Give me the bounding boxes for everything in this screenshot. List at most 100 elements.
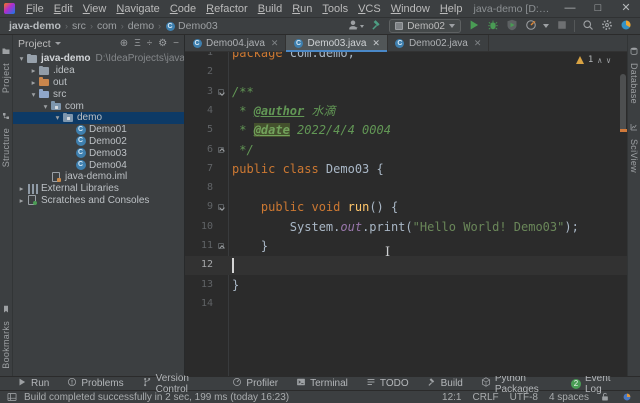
tree-row-com[interactable]: ▾com	[13, 100, 184, 112]
stripe-button-database[interactable]: Database	[629, 35, 639, 111]
tree-row-java-demo-iml[interactable]: java-demo.iml	[13, 171, 184, 183]
menu-refactor[interactable]: Refactor	[201, 2, 253, 16]
fold-marker-icon[interactable]	[218, 204, 224, 210]
dropdown-chevron-icon[interactable]	[543, 24, 549, 28]
breadcrumb-item-com[interactable]: com	[97, 20, 117, 32]
unlock-icon[interactable]	[600, 392, 611, 403]
line-separator[interactable]: CRLF	[473, 392, 499, 403]
code-line-12[interactable]: 12	[185, 256, 627, 275]
close-icon[interactable]: ✕	[474, 38, 482, 49]
settings-gear-button[interactable]	[600, 18, 613, 34]
menu-navigate[interactable]: Navigate	[111, 2, 164, 16]
breadcrumb-item-demo03[interactable]: CDemo03	[165, 20, 218, 32]
stripe-button-sciview[interactable]: SciView	[629, 111, 639, 180]
ide-config-icon[interactable]	[622, 392, 633, 403]
tree-row-scratches-and-consoles[interactable]: ▸Scratches and Consoles	[13, 195, 184, 207]
project-panel-title[interactable]: Project	[18, 38, 51, 50]
menu-vcs[interactable]: VCS	[353, 2, 386, 16]
arrow-expanded-icon[interactable]: ▾	[52, 113, 63, 122]
tree-row--idea[interactable]: ▸.idea	[13, 65, 184, 77]
options-gear-icon[interactable]: ⚙	[158, 39, 167, 49]
stripe-button-bookmarks[interactable]: Bookmarks	[1, 293, 11, 376]
menu-window[interactable]: Window	[386, 2, 435, 16]
arrow-collapsed-icon[interactable]: ▸	[28, 66, 39, 75]
locate-icon[interactable]: ⊕	[120, 39, 128, 49]
tree-row-demo01[interactable]: CDemo01	[13, 124, 184, 136]
indent[interactable]: 4 spaces	[549, 392, 589, 403]
stop-button[interactable]	[555, 18, 568, 34]
menu-code[interactable]: Code	[165, 2, 201, 16]
code-line-9[interactable]: 9 public void run() {	[185, 198, 627, 217]
user-button[interactable]	[346, 18, 364, 34]
menu-help[interactable]: Help	[435, 2, 468, 16]
next-warning-icon[interactable]: ∨	[606, 56, 611, 65]
toolwindow-button-run[interactable]: Run	[8, 377, 58, 390]
menu-run[interactable]: Run	[287, 2, 317, 16]
tab-demo04-java[interactable]: CDemo04.java✕	[185, 35, 286, 51]
arrow-collapsed-icon[interactable]: ▸	[16, 184, 27, 193]
toolwindow-button-terminal[interactable]: Terminal	[287, 377, 357, 390]
code-line-10[interactable]: 10 System.out.print("Hello World! Demo03…	[185, 218, 627, 237]
arrow-expanded-icon[interactable]: ▾	[40, 102, 51, 111]
toolwindow-button-build[interactable]: Build	[418, 377, 472, 390]
menu-view[interactable]: View	[78, 2, 112, 16]
profiler-button[interactable]	[524, 18, 537, 34]
tree-row-external-libraries[interactable]: ▸External Libraries	[13, 183, 184, 195]
stripe-button-structure[interactable]: Structure	[1, 100, 11, 174]
chevron-down-icon[interactable]	[55, 42, 61, 45]
code-line-4[interactable]: 4 * @author 水滴	[185, 102, 627, 121]
code-line-13[interactable]: 13}	[185, 276, 627, 295]
hide-icon[interactable]: −	[173, 39, 179, 49]
toolwindow-button-problems[interactable]: Problems	[58, 377, 132, 390]
code-line-1[interactable]: 1package com.demo;	[185, 52, 627, 63]
collapse-all-icon[interactable]: Ξ	[134, 39, 141, 49]
toolwindow-button-todo[interactable]: TODO	[357, 377, 418, 390]
arrow-collapsed-icon[interactable]: ▸	[28, 78, 39, 87]
debug-button[interactable]	[486, 18, 499, 34]
breadcrumb-item-demo[interactable]: demo	[128, 20, 154, 32]
menu-edit[interactable]: Edit	[49, 2, 78, 16]
run-configuration-combo[interactable]: Demo02	[389, 19, 461, 33]
coverage-button[interactable]	[505, 18, 518, 34]
arrow-expanded-icon[interactable]: ▾	[16, 54, 27, 63]
run-button[interactable]	[467, 18, 480, 34]
close-icon[interactable]: ✕	[372, 38, 380, 49]
expand-all-icon[interactable]: ÷	[147, 39, 153, 49]
breadcrumb-item-java-demo[interactable]: java-demo	[9, 20, 61, 32]
tree-row-java-demo[interactable]: ▾java-demoD:\IdeaProjects\java-demo	[13, 53, 184, 65]
close-button[interactable]: ✕	[612, 0, 640, 17]
tab-demo03-java[interactable]: CDemo03.java✕	[286, 35, 387, 51]
stripe-button-project[interactable]: Project	[1, 35, 11, 100]
tree-row-demo02[interactable]: CDemo02	[13, 136, 184, 148]
encoding[interactable]: UTF-8	[510, 392, 538, 403]
code-line-2[interactable]: 2	[185, 63, 627, 82]
toolwindow-button-python-packages[interactable]: Python Packages	[472, 377, 571, 390]
menu-tools[interactable]: Tools	[317, 2, 353, 16]
code-editor[interactable]: 1package com.demo;23/**4 * @author 水滴5 *…	[185, 52, 627, 376]
arrow-expanded-icon[interactable]: ▾	[28, 90, 39, 99]
minimize-button[interactable]: —	[556, 0, 584, 17]
caret-position[interactable]: 12:1	[442, 392, 461, 403]
tree-row-demo03[interactable]: CDemo03	[13, 147, 184, 159]
close-icon[interactable]: ✕	[271, 38, 279, 49]
tree-row-demo[interactable]: ▾demo	[13, 112, 184, 124]
tab-demo02-java[interactable]: CDemo02.java✕	[388, 35, 489, 51]
toolwindow-button-profiler[interactable]: Profiler	[223, 377, 287, 390]
toolwindows-icon[interactable]	[7, 392, 18, 403]
fold-marker-icon[interactable]	[218, 243, 224, 249]
fold-marker-icon[interactable]	[218, 147, 224, 153]
fold-marker-icon[interactable]	[218, 89, 224, 95]
arrow-collapsed-icon[interactable]: ▸	[16, 196, 27, 205]
prev-warning-icon[interactable]: ∧	[597, 56, 602, 65]
code-line-3[interactable]: 3/**	[185, 83, 627, 102]
menu-build[interactable]: Build	[253, 2, 287, 16]
tree-row-src[interactable]: ▾src	[13, 88, 184, 100]
code-line-7[interactable]: 7public class Demo03 {	[185, 160, 627, 179]
toolwindow-button-version-control[interactable]: Version Control	[133, 377, 224, 390]
breadcrumb-item-src[interactable]: src	[72, 20, 86, 32]
profile-avatar-button[interactable]	[619, 18, 632, 34]
code-line-5[interactable]: 5 * @date 2022/4/4 0004	[185, 121, 627, 140]
editor-scrollbar[interactable]	[620, 74, 626, 132]
code-line-11[interactable]: 11 }	[185, 237, 627, 256]
build-hammer-button[interactable]	[370, 18, 383, 34]
